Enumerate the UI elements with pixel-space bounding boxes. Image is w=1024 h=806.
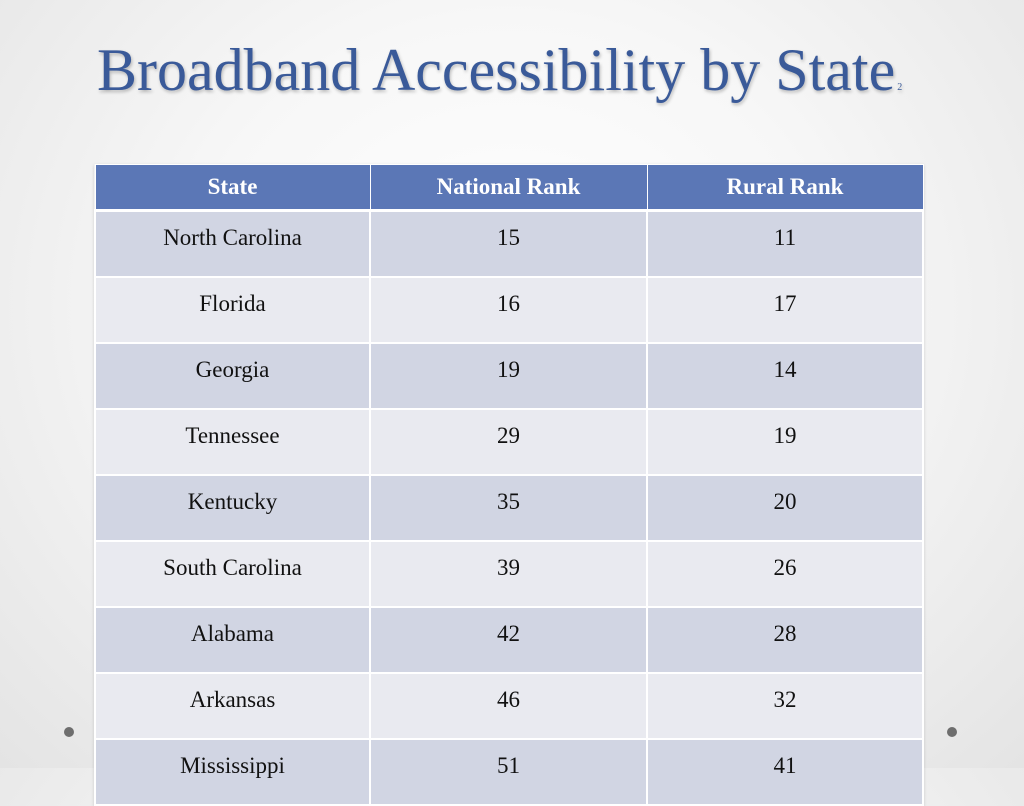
rural-rank-cell: 26 — [646, 540, 924, 608]
state-cell: Georgia — [94, 342, 371, 410]
table-row: Alabama 42 28 — [94, 606, 924, 674]
header-state: State — [94, 164, 371, 212]
header-national-rank: National Rank — [369, 164, 648, 212]
table-header-row: State National Rank Rural Rank — [94, 164, 924, 212]
national-rank-cell: 29 — [369, 408, 648, 476]
header-rural-rank: Rural Rank — [646, 164, 924, 212]
title-footnote: 2 — [897, 82, 903, 93]
state-rank-table: State National Rank Rural Rank North Car… — [94, 164, 924, 806]
state-cell: Mississippi — [94, 738, 371, 806]
national-rank-cell: 51 — [369, 738, 648, 806]
table-row: North Carolina 15 11 — [94, 209, 924, 278]
state-cell: Alabama — [94, 606, 371, 674]
rural-rank-cell: 11 — [646, 209, 924, 278]
national-rank-cell: 39 — [369, 540, 648, 608]
table-row: Florida 16 17 — [94, 276, 924, 344]
table-row: Mississippi 51 41 — [94, 738, 924, 806]
table-row: Arkansas 46 32 — [94, 672, 924, 740]
national-rank-cell: 35 — [369, 474, 648, 542]
rural-rank-cell: 28 — [646, 606, 924, 674]
table-row: Tennessee 29 19 — [94, 408, 924, 476]
state-cell: Tennessee — [94, 408, 371, 476]
national-rank-cell: 19 — [369, 342, 648, 410]
slide-title: Broadband Accessibility by State 2 — [97, 36, 902, 105]
rural-rank-cell: 32 — [646, 672, 924, 740]
national-rank-cell: 16 — [369, 276, 648, 344]
national-rank-cell: 42 — [369, 606, 648, 674]
rural-rank-cell: 19 — [646, 408, 924, 476]
state-cell: South Carolina — [94, 540, 371, 608]
state-cell: Arkansas — [94, 672, 371, 740]
rural-rank-cell: 41 — [646, 738, 924, 806]
bottom-left-dot — [64, 727, 74, 737]
table-row: Kentucky 35 20 — [94, 474, 924, 542]
bottom-right-dot — [947, 727, 957, 737]
state-cell: Kentucky — [94, 474, 371, 542]
table-row: South Carolina 39 26 — [94, 540, 924, 608]
national-rank-cell: 15 — [369, 209, 648, 278]
state-cell: North Carolina — [94, 209, 371, 278]
table-row: Georgia 19 14 — [94, 342, 924, 410]
rural-rank-cell: 20 — [646, 474, 924, 542]
rural-rank-cell: 17 — [646, 276, 924, 344]
rural-rank-cell: 14 — [646, 342, 924, 410]
state-cell: Florida — [94, 276, 371, 344]
national-rank-cell: 46 — [369, 672, 648, 740]
slide-title-text: Broadband Accessibility by State — [97, 37, 896, 103]
